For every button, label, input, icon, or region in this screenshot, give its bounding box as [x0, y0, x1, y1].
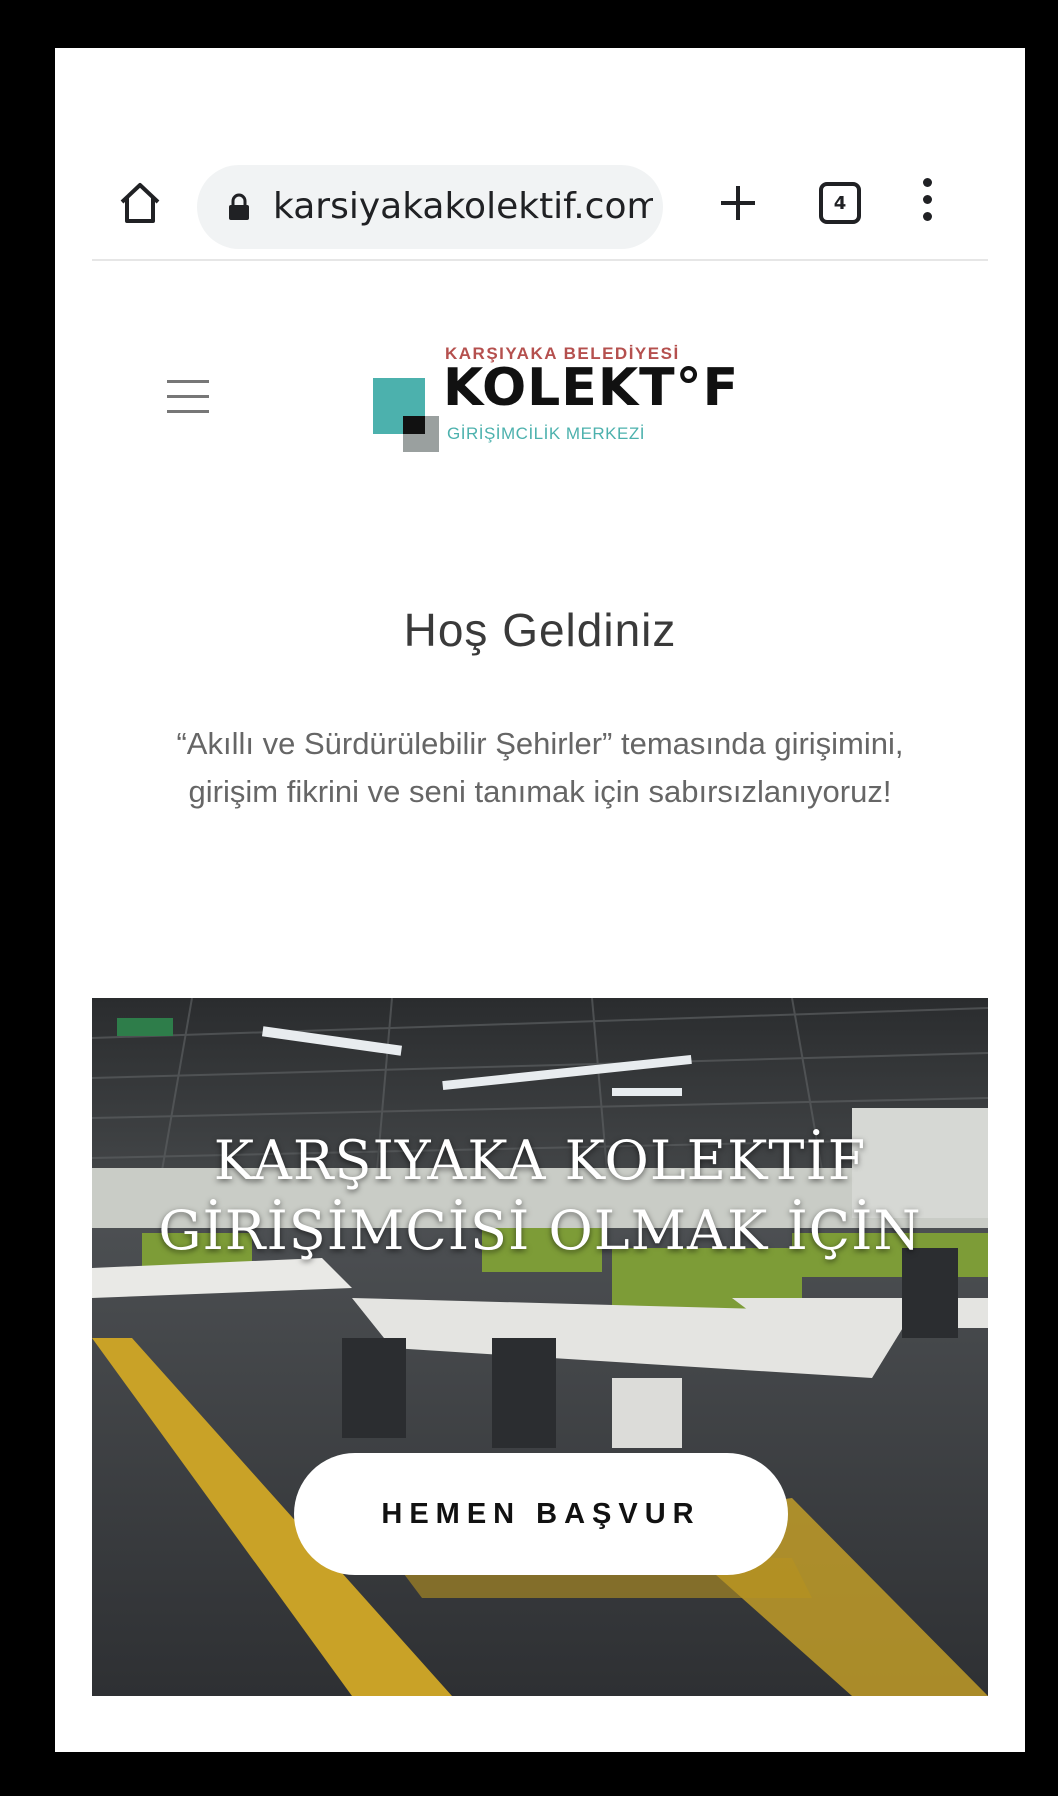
toolbar-divider: [92, 259, 988, 261]
office-background-image: [92, 998, 988, 1696]
welcome-text: “Akıllı ve Sürdürülebilir Şehirler” tema…: [176, 726, 904, 809]
hero-banner: KARŞIYAKA KOLEKTİF GİRİŞİMCİSİ OLMAK İÇİ…: [92, 998, 988, 1696]
address-bar[interactable]: karsiyakakolektif.com.: [197, 165, 663, 249]
logo-sub-text: GİRİŞİMCİLİK MERKEZİ: [447, 424, 645, 443]
phone-screen: karsiyakakolektif.com. 4 KARŞIYAKA BELED…: [55, 48, 1025, 1752]
logo-black-square: [403, 416, 425, 434]
more-menu-icon[interactable]: [917, 178, 937, 228]
hero-title: KARŞIYAKA KOLEKTİF GİRİŞİMCİSİ OLMAK İÇİ…: [158, 1129, 922, 1262]
home-icon[interactable]: [117, 180, 163, 226]
apply-now-button[interactable]: HEMEN BAŞVUR: [294, 1453, 788, 1575]
lock-icon: [229, 193, 249, 220]
new-tab-icon[interactable]: [715, 180, 761, 226]
url-text: karsiyakakolektif.com.: [273, 186, 653, 227]
hamburger-menu-icon[interactable]: [167, 380, 209, 416]
welcome-title: Hoş Geldiniz: [403, 604, 677, 656]
site-logo[interactable]: KARŞIYAKA BELEDİYESİ KOLEKT°F GİRİŞİMCİL…: [373, 334, 738, 474]
tab-switcher-button[interactable]: 4: [819, 182, 861, 224]
browser-toolbar: karsiyakakolektif.com. 4: [55, 148, 1025, 258]
logo-main-text: KOLEKT°F: [443, 358, 740, 418]
